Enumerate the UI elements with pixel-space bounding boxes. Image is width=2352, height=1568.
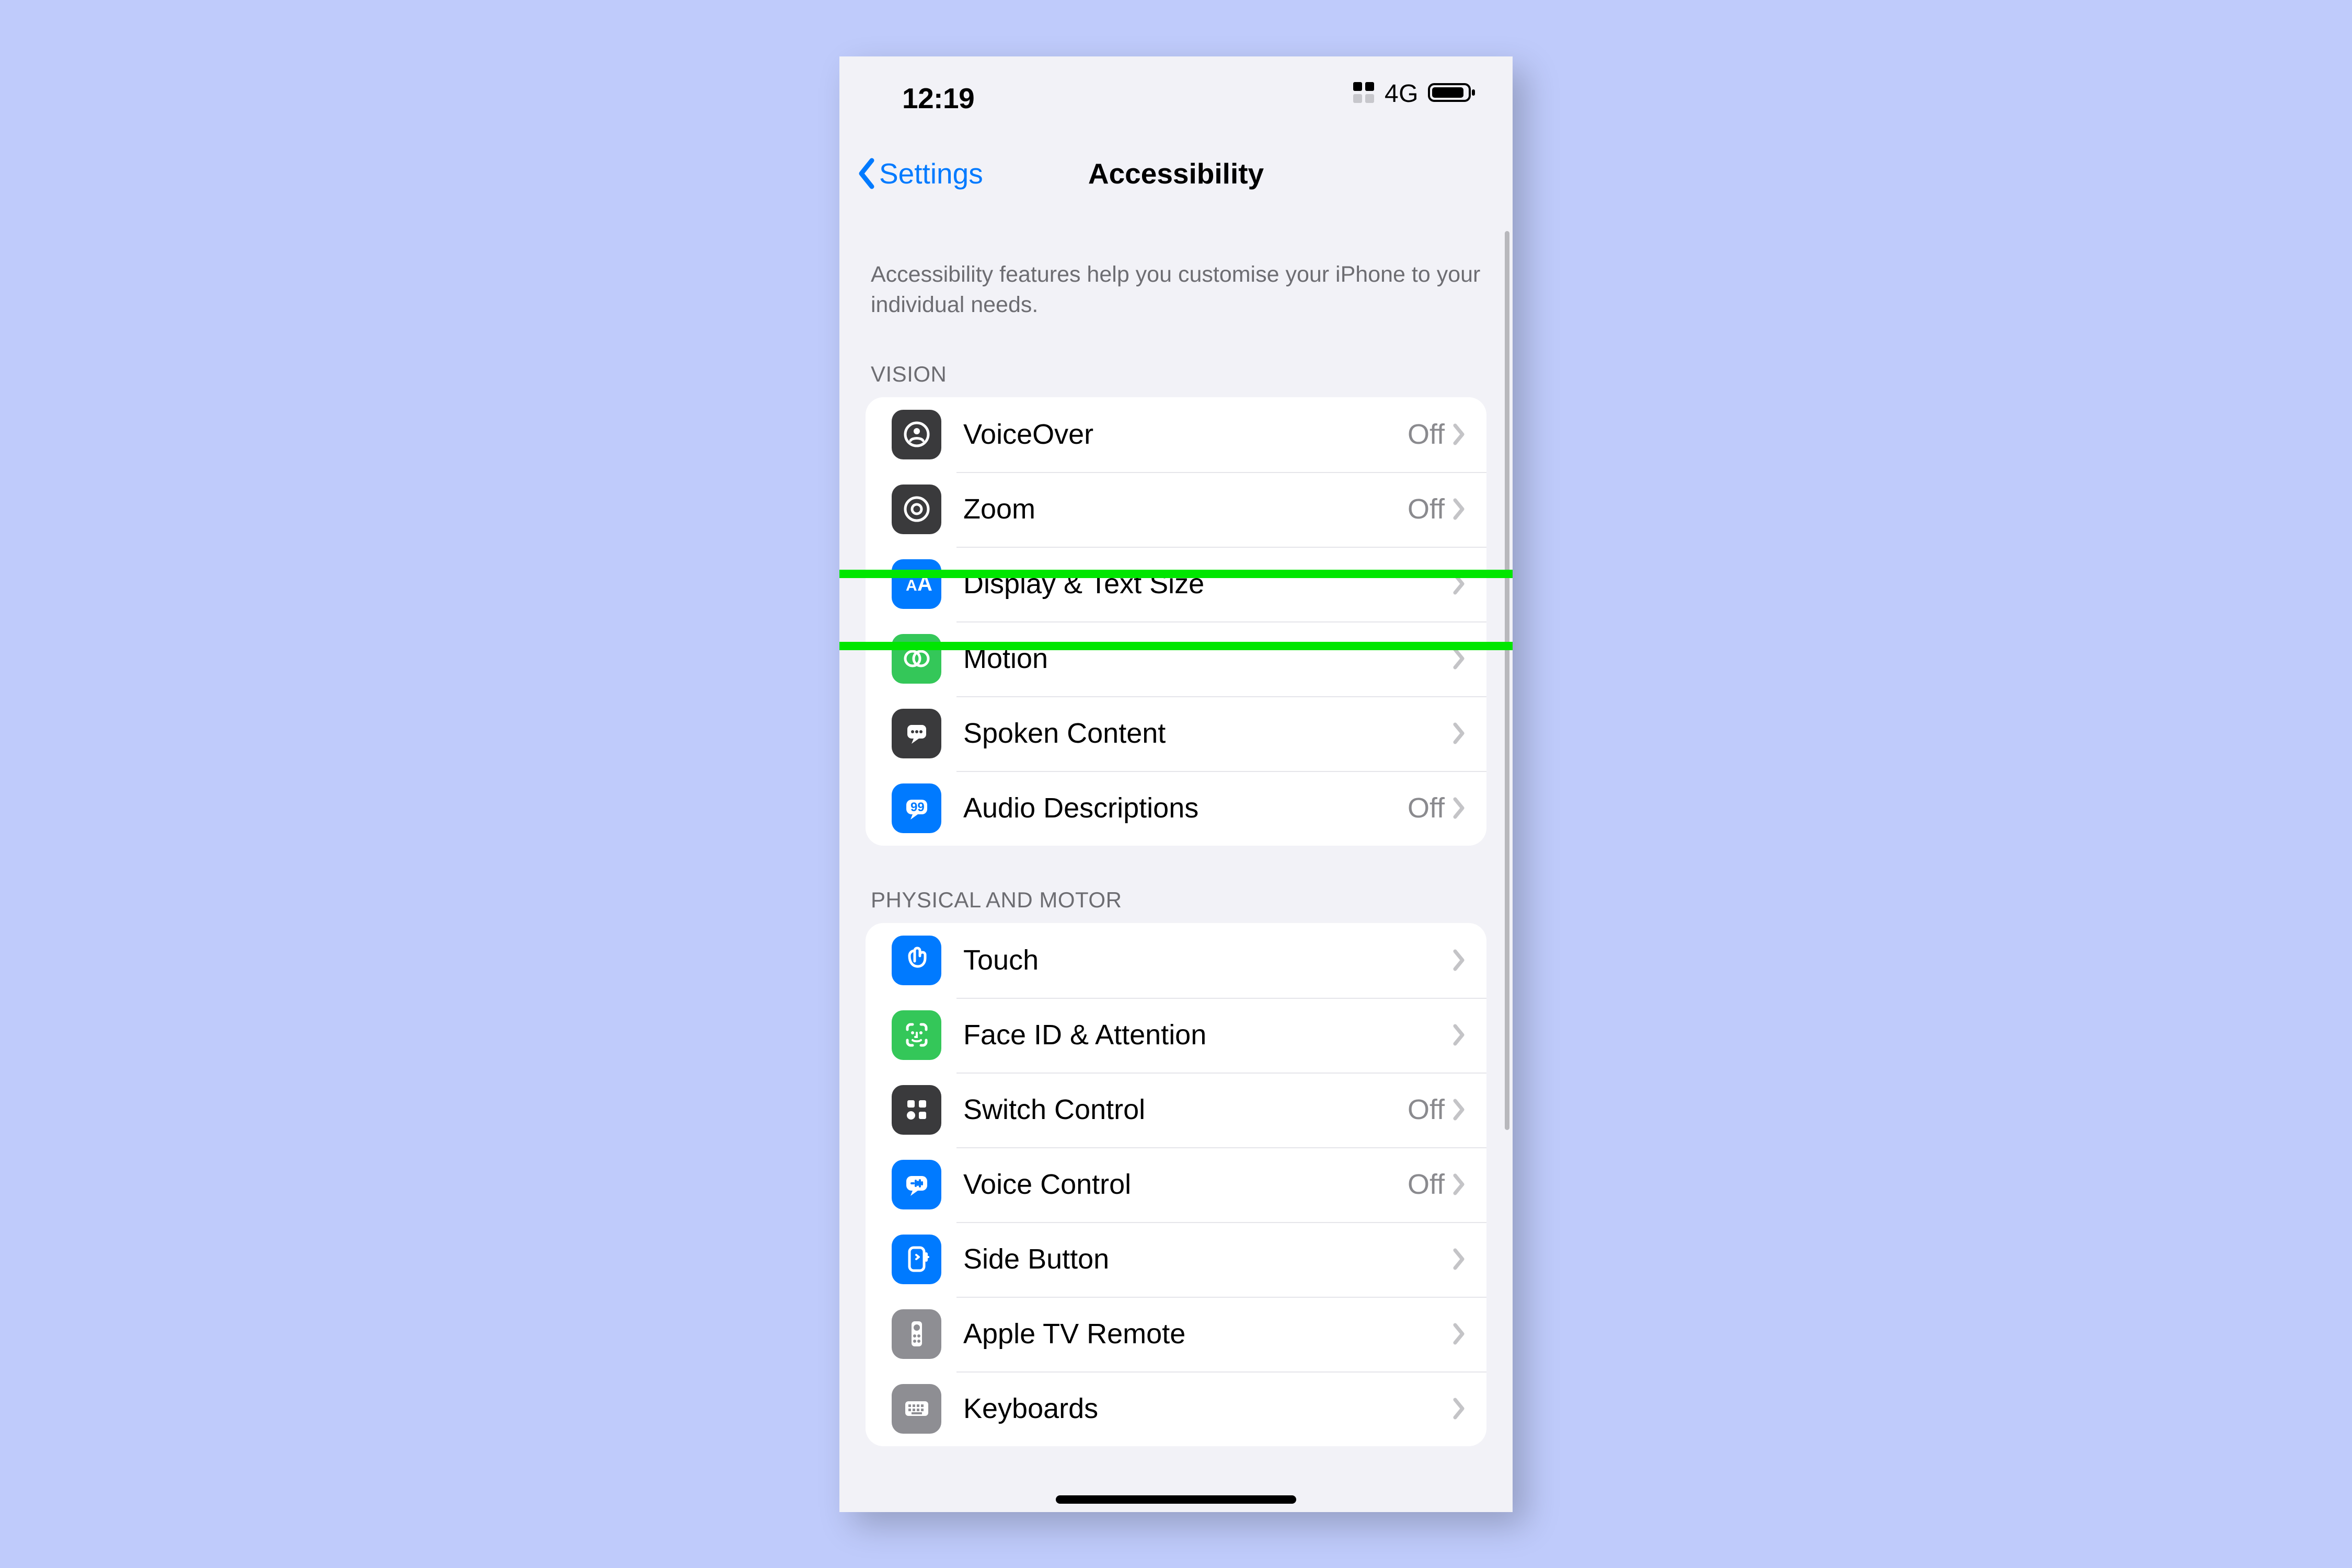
row-label: Side Button	[963, 1243, 1445, 1275]
content: Accessibility features help you customis…	[839, 218, 1513, 1446]
row-switch-control[interactable]: Switch Control Off	[866, 1073, 1486, 1147]
row-voice-control[interactable]: Voice Control Off	[866, 1147, 1486, 1222]
chevron-right-icon	[1452, 1024, 1466, 1046]
chevron-right-icon	[1452, 1173, 1466, 1195]
row-label: Apple TV Remote	[963, 1318, 1445, 1350]
group-physical: Touch Face ID & Attention	[866, 923, 1486, 1446]
row-label: Display & Text Size	[963, 568, 1445, 600]
zoom-icon	[892, 485, 941, 534]
network-label: 4G	[1385, 79, 1419, 108]
group-vision: VoiceOver Off Zoom Off A	[866, 397, 1486, 846]
apple-tv-remote-icon	[892, 1309, 941, 1359]
status-right-cluster: 4G	[1352, 79, 1476, 108]
row-label: Switch Control	[963, 1093, 1408, 1126]
row-label: Spoken Content	[963, 717, 1445, 750]
status-bar: 12:19 4G	[839, 56, 1513, 124]
row-zoom[interactable]: Zoom Off	[866, 472, 1486, 547]
scrollbar-thumb[interactable]	[1505, 231, 1509, 1130]
chevron-right-icon	[1452, 1398, 1466, 1420]
row-status: Off	[1408, 1168, 1445, 1201]
row-touch[interactable]: Touch	[866, 923, 1486, 998]
dual-sim-icon	[1352, 81, 1375, 107]
row-label: Zoom	[963, 493, 1408, 525]
text-size-icon: AA	[892, 559, 941, 609]
svg-text:A: A	[906, 577, 917, 594]
row-label: Voice Control	[963, 1168, 1408, 1201]
svg-text:A: A	[917, 572, 932, 595]
faceid-icon	[892, 1010, 941, 1060]
section-header-vision: VISION	[866, 320, 1486, 397]
row-status: Off	[1408, 1093, 1445, 1126]
row-display-text-size[interactable]: AA Display & Text Size	[866, 547, 1486, 621]
home-indicator	[1056, 1495, 1296, 1504]
chevron-right-icon	[1452, 949, 1466, 971]
chevron-right-icon	[1452, 1099, 1466, 1121]
chevron-right-icon	[1452, 648, 1466, 670]
row-label: Touch	[963, 944, 1445, 976]
audio-descriptions-icon: 99	[892, 783, 941, 833]
chevron-right-icon	[1452, 722, 1466, 744]
row-label: Motion	[963, 642, 1445, 675]
page-title: Accessibility	[839, 157, 1513, 190]
row-label: Face ID & Attention	[963, 1019, 1445, 1051]
row-status: Off	[1408, 792, 1445, 824]
voiceover-icon	[892, 410, 941, 459]
row-apple-tv-remote[interactable]: Apple TV Remote	[866, 1297, 1486, 1371]
row-status: Off	[1408, 418, 1445, 451]
chevron-right-icon	[1452, 1248, 1466, 1270]
battery-icon	[1428, 81, 1476, 107]
chevron-right-icon	[1452, 498, 1466, 520]
chevron-right-icon	[1452, 573, 1466, 595]
row-label: Audio Descriptions	[963, 792, 1408, 824]
nav-bar: Settings Accessibility	[839, 145, 1513, 208]
motion-icon	[892, 634, 941, 684]
row-keyboards[interactable]: Keyboards	[866, 1371, 1486, 1446]
chevron-right-icon	[1452, 1323, 1466, 1345]
section-header-physical: PHYSICAL AND MOTOR	[866, 846, 1486, 923]
chevron-right-icon	[1452, 423, 1466, 445]
phone-frame: 12:19 4G Settings Accessibility	[839, 56, 1513, 1512]
voice-control-icon	[892, 1160, 941, 1209]
row-spoken-content[interactable]: Spoken Content	[866, 696, 1486, 771]
scroll-area[interactable]: Accessibility features help you customis…	[839, 218, 1513, 1512]
status-time: 12:19	[902, 82, 974, 115]
row-label: VoiceOver	[963, 418, 1408, 451]
accessibility-description: Accessibility features help you customis…	[866, 218, 1486, 320]
spoken-content-icon	[892, 709, 941, 758]
stage: 12:19 4G Settings Accessibility	[0, 0, 2352, 1568]
row-faceid-attention[interactable]: Face ID & Attention	[866, 998, 1486, 1073]
switch-control-icon	[892, 1085, 941, 1135]
row-side-button[interactable]: Side Button	[866, 1222, 1486, 1297]
svg-text:99: 99	[910, 800, 925, 814]
keyboards-icon	[892, 1384, 941, 1434]
row-audio-descriptions[interactable]: 99 Audio Descriptions Off	[866, 771, 1486, 846]
row-motion[interactable]: Motion	[866, 621, 1486, 696]
side-button-icon	[892, 1235, 941, 1284]
touch-icon	[892, 936, 941, 985]
chevron-right-icon	[1452, 797, 1466, 819]
row-voiceover[interactable]: VoiceOver Off	[866, 397, 1486, 472]
row-label: Keyboards	[963, 1392, 1445, 1425]
row-status: Off	[1408, 493, 1445, 525]
